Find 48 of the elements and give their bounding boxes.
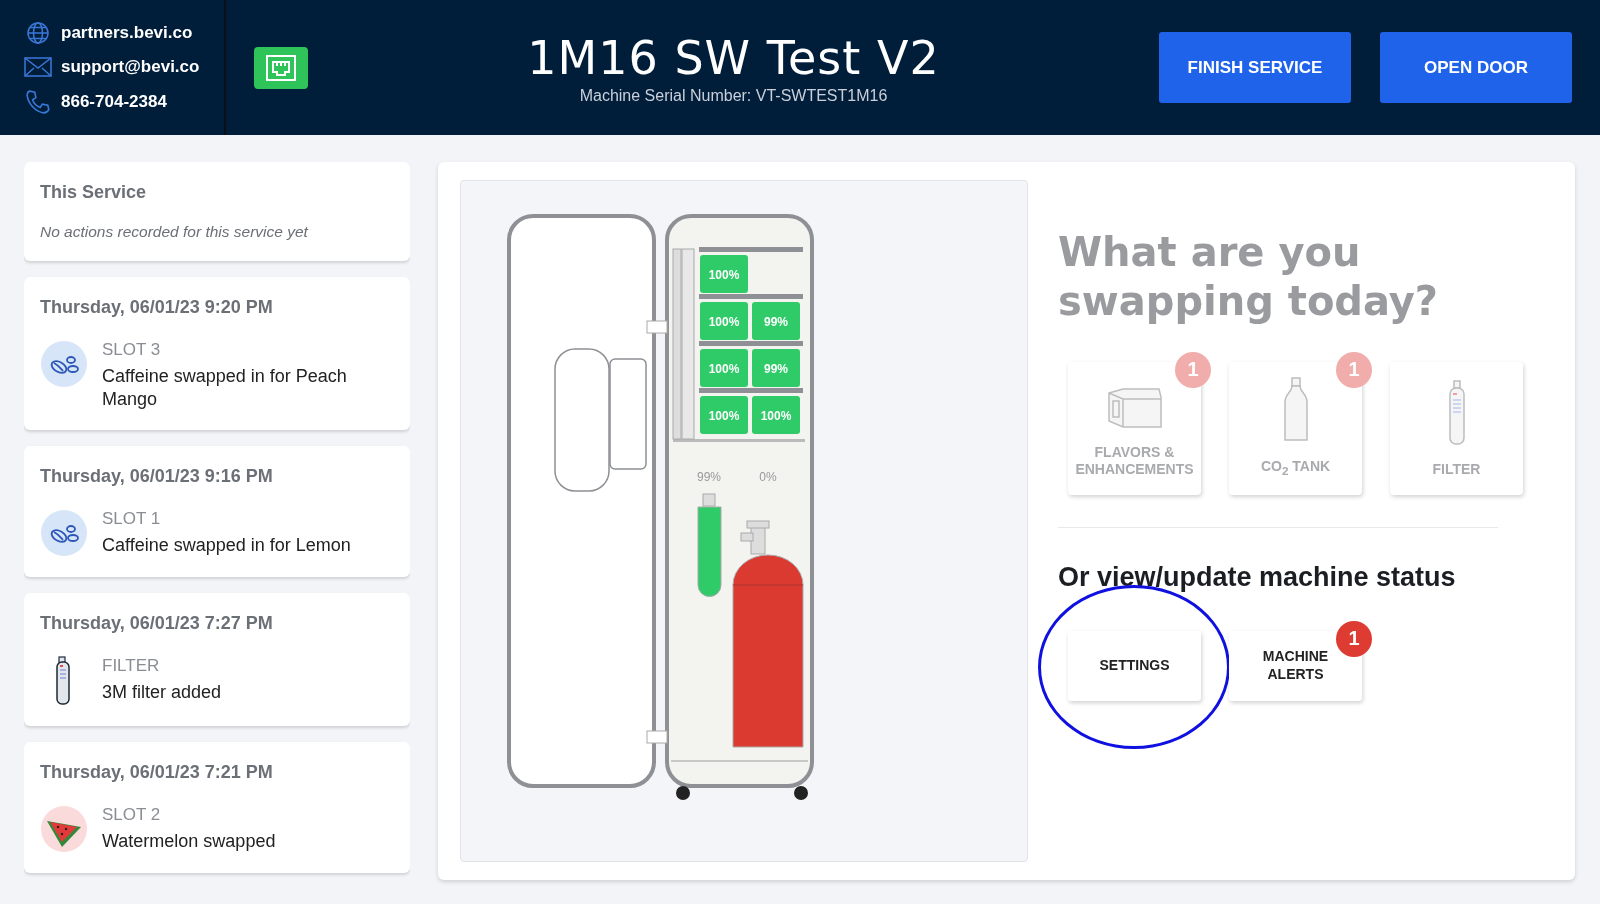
- supply-reading: 99%: [697, 470, 721, 484]
- card-title: This Service: [40, 182, 148, 203]
- slot-label: SLOT 1: [102, 509, 162, 529]
- flavor-pod[interactable]: 100%: [700, 302, 748, 340]
- machine-title: 1M16 SW Test V2: [527, 30, 940, 85]
- event-text: Watermelon swapped: [102, 830, 276, 853]
- flavor-pod[interactable]: 100%: [752, 396, 800, 434]
- event-text: Caffeine swapped in for Lemon: [102, 534, 351, 557]
- slot-label: FILTER: [102, 656, 161, 676]
- serial-number: Machine Serial Number: VT-SWTEST1M16: [579, 86, 888, 105]
- card-title: Thursday, 06/01/23 7:21 PM: [40, 762, 274, 783]
- card-title: Thursday, 06/01/23 9:20 PM: [40, 297, 274, 318]
- status-button[interactable]: SETTINGS: [1068, 630, 1201, 701]
- count-badge: 1: [1336, 620, 1372, 657]
- filter-cartridge-icon: [1446, 380, 1467, 447]
- contact-text[interactable]: support@bevi.co: [61, 56, 200, 77]
- supply-reading: 0%: [759, 470, 777, 484]
- globe-icon: [26, 20, 50, 45]
- gas-bottle-icon: [1282, 377, 1309, 444]
- empty-note: No actions recorded for this service yet: [40, 223, 310, 241]
- coffee-beans-icon: [40, 340, 88, 388]
- count-badge: 1: [1175, 351, 1211, 388]
- flavor-pod[interactable]: 100%: [700, 255, 748, 293]
- envelope-icon: [24, 56, 52, 77]
- coffee-beans-icon: [40, 509, 88, 557]
- swap-heading: What are you swapping today?: [1058, 228, 1440, 326]
- header-button[interactable]: FINISH SERVICE: [1159, 32, 1351, 103]
- cartridge-box-icon: [1106, 386, 1163, 429]
- card-title: Thursday, 06/01/23 9:16 PM: [40, 466, 274, 487]
- network-status-icon[interactable]: [254, 46, 308, 89]
- card-title: Thursday, 06/01/23 7:27 PM: [40, 613, 274, 634]
- flavor-pod[interactable]: 100%: [700, 349, 748, 387]
- slot-label: SLOT 2: [102, 805, 162, 825]
- contact-text[interactable]: 866-704-2384: [61, 91, 167, 112]
- event-text: 3M filter added: [102, 681, 222, 704]
- header-button[interactable]: OPEN DOOR: [1380, 32, 1572, 103]
- flavor-pod[interactable]: 99%: [752, 349, 800, 387]
- status-heading: Or view/update machine status: [1058, 561, 1457, 593]
- slot-label: SLOT 3: [102, 340, 162, 360]
- event-text: Caffeine swapped in for Peach Mango: [102, 365, 348, 410]
- filter-cartridge[interactable]: [697, 493, 722, 597]
- contact-text[interactable]: partners.bevi.co: [61, 22, 193, 43]
- flavor-pod[interactable]: 99%: [752, 302, 800, 340]
- flavor-pod[interactable]: 100%: [700, 396, 748, 434]
- count-badge: 1: [1336, 351, 1372, 388]
- phone-icon: [25, 88, 51, 115]
- co2-tank[interactable]: [732, 520, 804, 748]
- watermelon-slice-icon: [40, 805, 88, 853]
